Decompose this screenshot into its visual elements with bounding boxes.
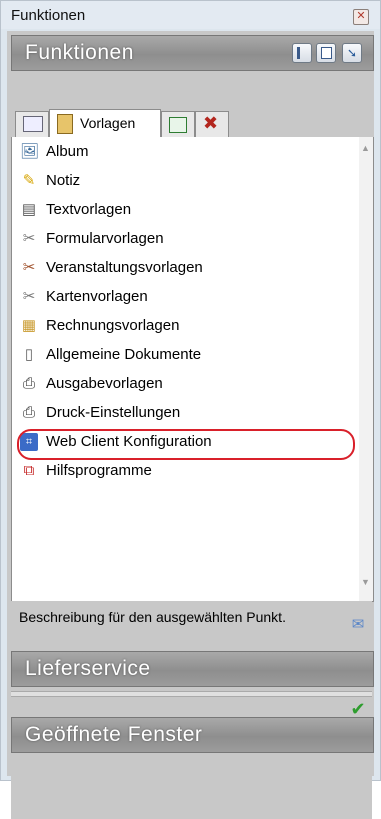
list-scrollbar[interactable]: ▲ ▼ bbox=[359, 137, 374, 602]
list-item-hilfsprogramme[interactable]: ⧉ Hilfsprogramme bbox=[18, 458, 348, 485]
section-header-funktionen[interactable]: Funktionen ➘ bbox=[11, 35, 374, 71]
close-icon[interactable]: ✕ bbox=[353, 9, 369, 25]
list-item-notiz[interactable]: ✎ Notiz bbox=[18, 168, 348, 195]
tab-list[interactable] bbox=[161, 111, 195, 137]
list-item-druck-einstellungen[interactable]: ⎙ Druck-Einstellungen bbox=[18, 400, 348, 427]
list-item-rechnungsvorlagen[interactable]: ▦ Rechnungsvorlagen bbox=[18, 313, 348, 340]
window-titlebar: Funktionen ✕ bbox=[1, 1, 380, 29]
list-item-label: Druck-Einstellungen bbox=[46, 404, 181, 421]
list-item-formularvorlagen[interactable]: ✂ Formularvorlagen bbox=[18, 226, 348, 253]
templates-icon bbox=[57, 114, 73, 134]
tools-icon: ✖ bbox=[203, 113, 219, 133]
collapse-arrow-icon[interactable]: ➘ bbox=[342, 43, 362, 63]
list-item-label: Formularvorlagen bbox=[46, 230, 164, 247]
form-template-icon: ✂ bbox=[22, 230, 36, 247]
list-item-veranstaltungsvorlagen[interactable]: ✂ Veranstaltungsvorlagen bbox=[18, 255, 348, 282]
tab-vorlagen[interactable]: Vorlagen bbox=[49, 109, 161, 137]
check-icon[interactable]: ✔ bbox=[349, 699, 367, 719]
functions-window: Funktionen ✕ Funktionen ➘ Vorlagen ✖ 🖼 A… bbox=[0, 0, 381, 819]
tab-window[interactable] bbox=[15, 111, 49, 137]
list-item-label: Kartenvorlagen bbox=[46, 288, 148, 305]
printer-settings-icon: ⎙ bbox=[22, 404, 35, 421]
list-item-label: Notiz bbox=[46, 172, 81, 189]
list-item-label: Web Client Konfiguration bbox=[46, 433, 212, 450]
list-item-allgemeine-dokumente[interactable]: ▯ Allgemeine Dokumente bbox=[18, 342, 348, 369]
description-text: Beschreibung für den ausgewählten Punkt. bbox=[19, 609, 286, 625]
description-panel: Beschreibung für den ausgewählten Punkt.… bbox=[11, 601, 372, 819]
note-icon: ✎ bbox=[22, 172, 36, 189]
list-item-textvorlagen[interactable]: ▤ Textvorlagen bbox=[18, 197, 348, 224]
list-icon bbox=[169, 117, 187, 133]
list-item-web-client-konfiguration[interactable]: ⌗ Web Client Konfiguration bbox=[18, 429, 348, 456]
scroll-up-icon[interactable]: ▲ bbox=[361, 143, 370, 153]
list-item-kartenvorlagen[interactable]: ✂ Kartenvorlagen bbox=[18, 284, 348, 311]
tab-vorlagen-label: Vorlagen bbox=[80, 115, 136, 131]
panel-left-icon[interactable] bbox=[292, 43, 312, 63]
window-icon bbox=[23, 116, 43, 132]
scroll-down-icon[interactable]: ▼ bbox=[361, 577, 370, 587]
section-title: Funktionen bbox=[25, 41, 134, 64]
list-item-label: Hilfsprogramme bbox=[46, 462, 152, 479]
section-title: Geöffnete Fenster bbox=[25, 723, 203, 746]
section-header-geoeffnete-fenster[interactable]: Geöffnete Fenster bbox=[11, 717, 374, 753]
invoice-template-icon: ▦ bbox=[21, 317, 37, 334]
document-icon: ▯ bbox=[24, 346, 34, 363]
list-item-label: Allgemeine Dokumente bbox=[46, 346, 202, 363]
html-icon: ⌗ bbox=[20, 433, 38, 451]
functions-panel: Funktionen ➘ Vorlagen ✖ 🖼 Album ✎ Notiz … bbox=[7, 31, 374, 819]
section-header-lieferservice[interactable]: Lieferservice bbox=[11, 651, 374, 687]
list-item-album[interactable]: 🖼 Album bbox=[18, 139, 348, 166]
event-template-icon: ✂ bbox=[22, 259, 36, 276]
tab-bar: Vorlagen ✖ bbox=[11, 107, 372, 138]
text-template-icon: ▤ bbox=[21, 201, 37, 218]
list-item-label: Textvorlagen bbox=[46, 201, 132, 218]
list-item-label: Veranstaltungsvorlagen bbox=[46, 259, 203, 276]
list-item-label: Album bbox=[46, 143, 89, 160]
section-divider bbox=[11, 691, 372, 697]
panel-right-icon[interactable] bbox=[316, 43, 336, 63]
list-item-ausgabevorlagen[interactable]: ⎙ Ausgabevorlagen bbox=[18, 371, 348, 398]
list-item-label: Ausgabevorlagen bbox=[46, 375, 163, 392]
toolbox-icon: ⧉ bbox=[23, 462, 35, 479]
section-title: Lieferservice bbox=[25, 657, 151, 680]
tab-tools[interactable]: ✖ bbox=[195, 111, 229, 137]
card-template-icon: ✂ bbox=[22, 288, 36, 305]
window-title: Funktionen bbox=[11, 7, 86, 24]
list-item-label: Rechnungsvorlagen bbox=[46, 317, 180, 334]
functions-list: 🖼 Album ✎ Notiz ▤ Textvorlagen ✂ Formula… bbox=[11, 137, 361, 602]
album-icon: 🖼 bbox=[20, 143, 40, 160]
mail-icon[interactable]: ✉ bbox=[349, 615, 367, 633]
printer-icon: ⎙ bbox=[22, 375, 35, 392]
